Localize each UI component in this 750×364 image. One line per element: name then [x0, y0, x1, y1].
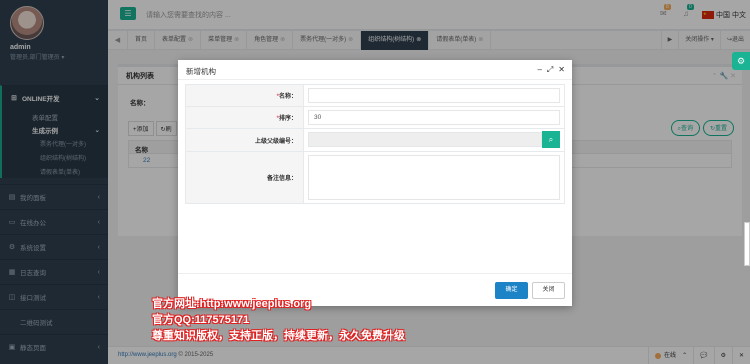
close-icon[interactable]: ✕ [558, 65, 565, 75]
form-row-name: *名称： [185, 84, 565, 107]
org-form: *名称： *排序： 30 上级父级编号： ⌕ 备注信息： [185, 84, 565, 204]
field-label: 排序： [278, 116, 297, 122]
confirm-button[interactable]: 确定 [495, 282, 528, 299]
watermark-line: 官方QQ:117575171 [152, 314, 250, 326]
maximize-icon[interactable]: ⤢ [547, 65, 553, 75]
parent-cell: ⌕ [303, 128, 565, 152]
watermark: 官方网址:http:www.jeeplus.org 官方QQ:117575171… [152, 296, 405, 344]
watermark-line: 尊重知识版权，支持正版，持续更新，永久免费升级 [152, 330, 405, 342]
dialog-header: 新增机构 – ⤢ ✕ [178, 60, 572, 80]
sort-cell: 30 [303, 106, 565, 129]
form-row-remarks: 备注信息： [185, 151, 565, 204]
form-row-parent: 上级父级编号： ⌕ [185, 128, 565, 152]
parent-input[interactable] [308, 132, 542, 147]
parent-label: 上级父级编号： [185, 128, 304, 152]
parent-search-button[interactable]: ⌕ [542, 131, 560, 148]
sort-input[interactable]: 30 [308, 110, 560, 125]
remarks-textarea[interactable] [308, 155, 560, 200]
name-cell [303, 84, 565, 107]
search-icon: ⌕ [548, 135, 554, 144]
dialog-title: 新增机构 [186, 67, 216, 76]
theme-settings-button[interactable]: ⚙ [732, 52, 750, 70]
add-org-dialog: 新增机构 – ⤢ ✕ *名称： *排序： 30 上级父级编号： ⌕ 备注信息： [178, 60, 572, 306]
field-label: 名称： [278, 94, 297, 100]
parent-selector: ⌕ [308, 131, 560, 148]
name-label: *名称： [185, 84, 304, 107]
form-row-sort: *排序： 30 [185, 106, 565, 129]
watermark-line: 官方网址:http:www.jeeplus.org [152, 298, 312, 310]
remarks-label: 备注信息： [185, 151, 304, 204]
remarks-cell [303, 151, 565, 204]
gear-icon: ⚙ [736, 56, 746, 66]
side-drawer-handle[interactable] [744, 222, 750, 266]
close-button[interactable]: 关闭 [532, 282, 565, 299]
name-input[interactable] [308, 88, 560, 103]
sort-label: *排序： [185, 106, 304, 129]
minimize-icon[interactable]: – [537, 65, 541, 75]
dialog-controls: – ⤢ ✕ [537, 65, 565, 75]
